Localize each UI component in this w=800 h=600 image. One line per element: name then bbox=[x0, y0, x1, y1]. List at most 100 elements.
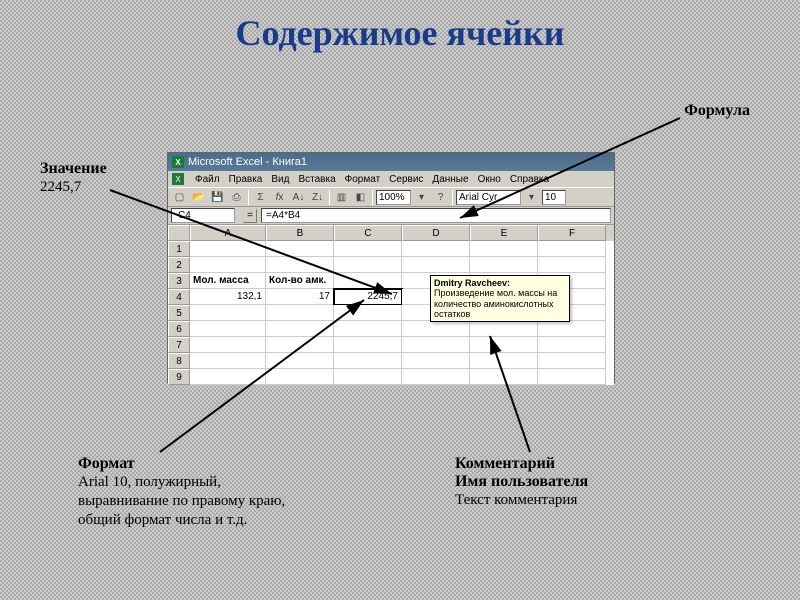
cell[interactable] bbox=[190, 353, 266, 369]
menu-help[interactable]: Справка bbox=[510, 174, 549, 185]
print-icon[interactable]: ⎙ bbox=[228, 189, 245, 206]
cell[interactable] bbox=[470, 353, 538, 369]
cell[interactable] bbox=[538, 353, 606, 369]
cell[interactable] bbox=[266, 305, 334, 321]
name-box[interactable]: C4 bbox=[171, 208, 235, 223]
chart-icon[interactable]: ▥ bbox=[333, 189, 350, 206]
row-header[interactable]: 2 bbox=[168, 257, 190, 273]
cell[interactable] bbox=[334, 257, 402, 273]
menu-tools[interactable]: Сервис bbox=[389, 174, 423, 185]
titlebar: X Microsoft Excel - Книга1 bbox=[168, 153, 614, 171]
cell[interactable] bbox=[190, 321, 266, 337]
cell[interactable]: 132,1 bbox=[190, 289, 266, 305]
open-icon[interactable]: 📂 bbox=[190, 189, 207, 206]
column-header[interactable]: F bbox=[538, 225, 606, 241]
cell[interactable] bbox=[190, 337, 266, 353]
menu-insert[interactable]: Вставка bbox=[298, 174, 335, 185]
cell[interactable] bbox=[402, 257, 470, 273]
map-icon[interactable]: ◧ bbox=[352, 189, 369, 206]
zoom-field[interactable]: 100% bbox=[376, 190, 411, 205]
row-header[interactable]: 7 bbox=[168, 337, 190, 353]
cell[interactable] bbox=[266, 337, 334, 353]
slide-title: Содержимое ячейки bbox=[0, 12, 800, 54]
select-all-corner[interactable] bbox=[168, 225, 190, 241]
formula-input[interactable]: =A4*B4 bbox=[261, 208, 611, 223]
cell[interactable]: 2245,7 bbox=[334, 289, 402, 305]
cell[interactable] bbox=[538, 241, 606, 257]
cell[interactable] bbox=[402, 353, 470, 369]
cell[interactable] bbox=[266, 257, 334, 273]
cell[interactable] bbox=[402, 321, 470, 337]
cell[interactable] bbox=[334, 241, 402, 257]
new-icon[interactable]: ▢ bbox=[171, 189, 188, 206]
cell[interactable] bbox=[402, 337, 470, 353]
row-header[interactable]: 4 bbox=[168, 289, 190, 305]
cell[interactable] bbox=[334, 353, 402, 369]
cell[interactable] bbox=[402, 369, 470, 385]
cell[interactable] bbox=[470, 321, 538, 337]
column-header[interactable]: D bbox=[402, 225, 470, 241]
menu-view[interactable]: Вид bbox=[271, 174, 289, 185]
dropdown-icon[interactable]: ▾ bbox=[413, 189, 430, 206]
cell[interactable] bbox=[538, 369, 606, 385]
separator bbox=[248, 190, 249, 205]
menu-format[interactable]: Формат bbox=[345, 174, 381, 185]
cell[interactable] bbox=[334, 369, 402, 385]
equals-button[interactable]: = bbox=[243, 209, 257, 223]
toolbar: ▢ 📂 💾 ⎙ Σ fx A↓ Z↓ ▥ ◧ 100% ▾ ? Arial Cy… bbox=[168, 187, 614, 207]
dropdown-icon[interactable]: ▾ bbox=[523, 189, 540, 206]
cell[interactable] bbox=[402, 241, 470, 257]
fontsize-field[interactable]: 10 bbox=[542, 190, 566, 205]
row-header[interactable]: 5 bbox=[168, 305, 190, 321]
cell[interactable] bbox=[334, 321, 402, 337]
cell[interactable] bbox=[190, 369, 266, 385]
column-header[interactable]: E bbox=[470, 225, 538, 241]
annotation-comment-l1: Имя пользователя bbox=[455, 473, 588, 491]
column-header[interactable]: C bbox=[334, 225, 402, 241]
row-header[interactable]: 1 bbox=[168, 241, 190, 257]
cell[interactable] bbox=[334, 337, 402, 353]
menu-data[interactable]: Данные bbox=[432, 174, 468, 185]
sort-asc-icon[interactable]: A↓ bbox=[290, 189, 307, 206]
comment-author: Dmitry Ravcheev: bbox=[434, 278, 566, 288]
annotation-comment: Комментарий Имя пользователя Текст комме… bbox=[455, 455, 588, 510]
cell[interactable] bbox=[538, 337, 606, 353]
cell[interactable] bbox=[266, 369, 334, 385]
annotation-comment-l2: Текст комментария bbox=[455, 491, 588, 510]
comment-text: Произведение мол. массы на количество ам… bbox=[434, 288, 566, 319]
cell[interactable] bbox=[470, 337, 538, 353]
save-icon[interactable]: 💾 bbox=[209, 189, 226, 206]
sort-desc-icon[interactable]: Z↓ bbox=[309, 189, 326, 206]
cell[interactable] bbox=[266, 321, 334, 337]
column-header[interactable]: A bbox=[190, 225, 266, 241]
column-header[interactable]: B bbox=[266, 225, 334, 241]
row-header[interactable]: 3 bbox=[168, 273, 190, 289]
cell[interactable]: Мол. масса bbox=[190, 273, 266, 289]
cell[interactable] bbox=[334, 273, 402, 289]
help-icon[interactable]: ? bbox=[432, 189, 449, 206]
annotation-comment-head: Комментарий bbox=[455, 455, 588, 473]
cell[interactable]: 17 bbox=[266, 289, 334, 305]
cell[interactable] bbox=[470, 369, 538, 385]
sum-icon[interactable]: Σ bbox=[252, 189, 269, 206]
cell[interactable] bbox=[470, 241, 538, 257]
cell[interactable] bbox=[266, 353, 334, 369]
menu-window[interactable]: Окно bbox=[478, 174, 501, 185]
row-header[interactable]: 9 bbox=[168, 369, 190, 385]
cell[interactable] bbox=[538, 321, 606, 337]
cell[interactable] bbox=[190, 257, 266, 273]
cell[interactable] bbox=[190, 305, 266, 321]
menu-file[interactable]: Файл bbox=[195, 174, 220, 185]
cell[interactable] bbox=[470, 257, 538, 273]
annotation-format-l3: общий формат числа и т.д. bbox=[78, 511, 285, 530]
cell[interactable]: Кол-во амк. bbox=[266, 273, 334, 289]
cell[interactable] bbox=[538, 257, 606, 273]
cell[interactable] bbox=[334, 305, 402, 321]
cell[interactable] bbox=[190, 241, 266, 257]
font-field[interactable]: Arial Cyr bbox=[456, 190, 521, 205]
row-header[interactable]: 8 bbox=[168, 353, 190, 369]
menu-edit[interactable]: Правка bbox=[229, 174, 263, 185]
fx-icon[interactable]: fx bbox=[271, 189, 288, 206]
row-header[interactable]: 6 bbox=[168, 321, 190, 337]
cell[interactable] bbox=[266, 241, 334, 257]
